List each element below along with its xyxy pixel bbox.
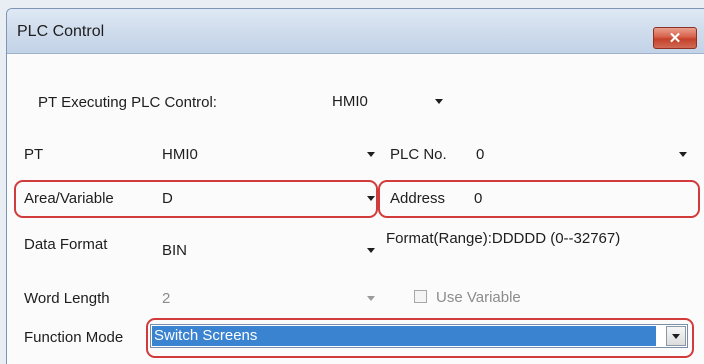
- plc-no-value: 0: [476, 146, 485, 163]
- address-label: Address: [390, 190, 446, 207]
- chevron-down-icon[interactable]: [666, 326, 686, 346]
- pt-executing-label: PT Executing PLC Control:: [38, 94, 217, 111]
- use-variable-checkbox[interactable]: [414, 290, 427, 303]
- data-format-label: Data Format: [24, 236, 108, 253]
- pt-value: HMI0: [162, 146, 198, 163]
- chevron-down-icon[interactable]: [676, 148, 690, 160]
- area-variable-label: Area/Variable: [24, 190, 114, 207]
- address-field[interactable]: 0: [474, 190, 482, 207]
- pt-executing-select[interactable]: HMI0: [330, 88, 460, 112]
- pt-label: PT: [24, 146, 44, 163]
- chevron-down-icon[interactable]: [432, 95, 446, 107]
- chevron-down-icon[interactable]: [364, 192, 378, 204]
- chevron-down-icon[interactable]: [364, 148, 378, 160]
- plc-no-label: PLC No.: [390, 146, 447, 163]
- function-mode-value: Switch Screens: [152, 326, 656, 346]
- word-length-label: Word Length: [24, 290, 110, 307]
- area-variable-value: D: [162, 190, 173, 207]
- pt-executing-value: HMI0: [332, 93, 368, 110]
- use-variable-label: Use Variable: [436, 289, 521, 306]
- chevron-down-icon[interactable]: [364, 244, 378, 256]
- window-title: PLC Control: [17, 23, 105, 40]
- data-format-select[interactable]: BIN: [160, 234, 380, 259]
- format-range-text: Format(Range):DDDDD (0--32767): [386, 230, 621, 247]
- close-icon: ✕: [668, 30, 682, 47]
- function-mode-label: Function Mode: [24, 329, 124, 346]
- function-mode-select[interactable]: Switch Screens: [150, 324, 688, 348]
- data-format-value: BIN: [162, 242, 188, 259]
- word-length-select[interactable]: 2: [160, 285, 380, 309]
- word-length-value: 2: [162, 290, 171, 307]
- chevron-down-icon[interactable]: [364, 292, 378, 304]
- close-button[interactable]: ✕: [653, 27, 697, 49]
- pt-select[interactable]: HMI0: [160, 141, 380, 165]
- plc-no-select[interactable]: 0: [474, 141, 692, 165]
- area-variable-select[interactable]: D: [160, 185, 380, 209]
- title-bar[interactable]: PLC Control ✕: [7, 9, 704, 54]
